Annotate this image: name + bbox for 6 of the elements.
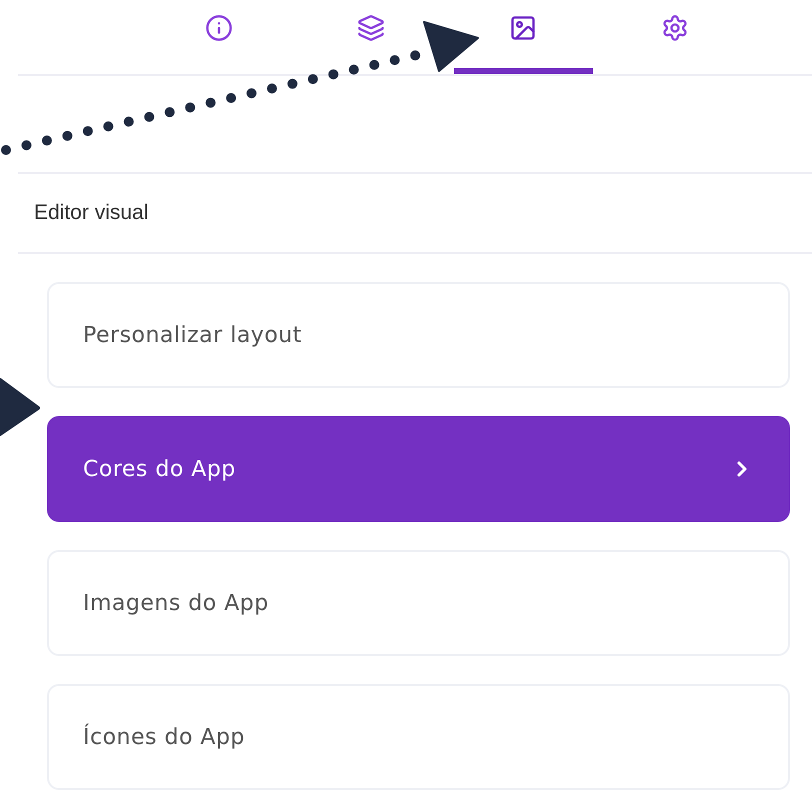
pointer-arrow	[0, 378, 40, 436]
menu-item[interactable]: Cores do App	[47, 416, 790, 522]
menu-item[interactable]: Imagens do App	[47, 550, 790, 656]
menu-item[interactable]: Ícones do App	[47, 684, 790, 790]
section-title: Editor visual	[34, 201, 148, 225]
menu-item[interactable]: Personalizar layout	[47, 282, 790, 388]
